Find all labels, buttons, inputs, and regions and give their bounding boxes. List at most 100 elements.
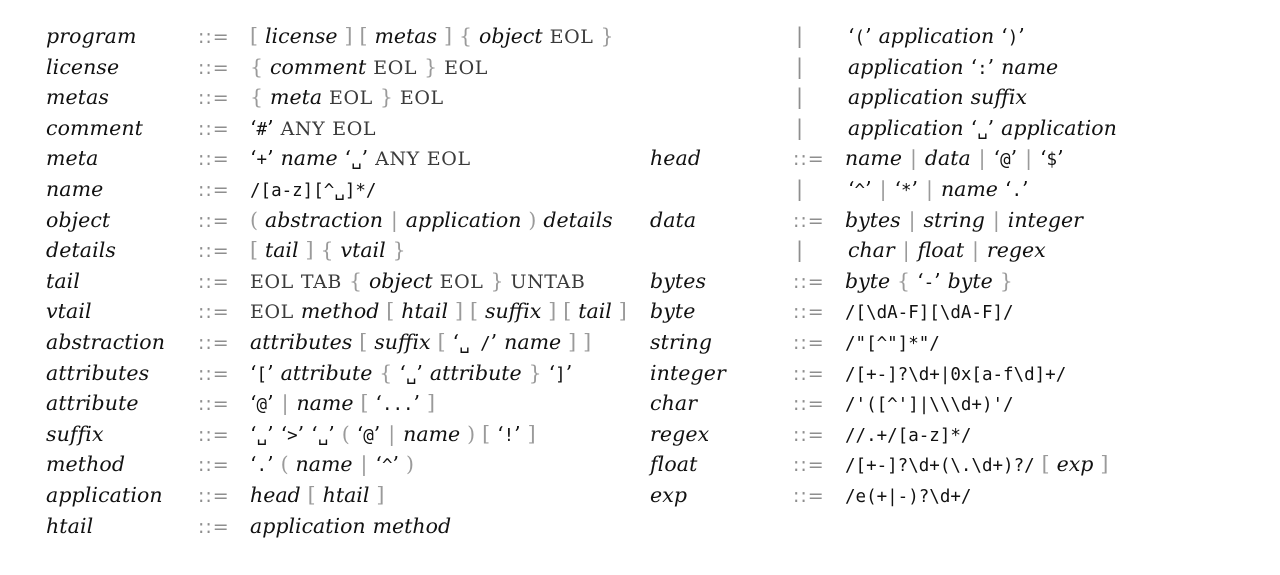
meta-bracket: [ — [250, 238, 258, 263]
alternation-bar: | — [972, 238, 979, 263]
grammar-rule-continuation: | application ‘␣’ application — [650, 116, 1280, 147]
nonterminal-token: name — [295, 452, 353, 477]
grammar-rule-continuation: | ‘(’ application ‘)’ — [650, 24, 1280, 55]
nonterminal-token: attribute — [429, 360, 522, 385]
nonterminal-token: metas — [374, 24, 438, 48]
literal-body: ... — [381, 395, 414, 416]
rule-body: application suffix — [848, 85, 1027, 109]
close-quote: ’ — [987, 115, 995, 140]
terminal-token: EOL — [549, 26, 594, 48]
grammar-rule-comment: comment::= ‘#’ ANY EOL — [46, 116, 650, 147]
definition-operator: ::= — [793, 423, 825, 446]
meta-bracket: ] — [344, 24, 353, 48]
literal-body: . — [1011, 180, 1022, 201]
rule-name: string — [650, 329, 713, 354]
grammar-rule-continuation: | char | float | regex — [650, 238, 1280, 269]
nonterminal-token: byte — [845, 268, 891, 293]
literal-token: ‘...’ — [375, 391, 420, 415]
rule-body: {comment EOL} EOL — [250, 55, 488, 79]
literal-token: ‘␣’ — [345, 146, 369, 170]
meta-bracket: } — [424, 54, 438, 79]
terminal-token: ANY — [280, 117, 326, 140]
rule-name: object — [46, 207, 111, 232]
literal-token: ‘.’ — [1005, 177, 1029, 201]
meta-bracket: ) — [405, 452, 414, 477]
literal-body: ) — [1007, 28, 1019, 48]
nonterminal-token: suffix — [484, 299, 542, 324]
meta-bracket: [ — [307, 482, 316, 507]
grammar-rule-data: data::= bytes | string | integer — [650, 208, 1280, 239]
grammar-sheet: program::=[license][metas]{object EOL} lic… — [0, 0, 1280, 575]
alternation-bar: | — [281, 391, 289, 416]
terminal-token: EOL — [373, 56, 418, 79]
literal-token: ‘^’ — [375, 452, 399, 476]
meta-bracket: { — [379, 360, 393, 385]
alternation-marker: | — [796, 176, 804, 201]
regex-token: //.+/[a-z]*/ — [845, 425, 972, 446]
rule-body: /e(+|-)?\d+/ — [845, 483, 971, 507]
nonterminal-token: application — [848, 85, 964, 110]
regex-token: /e(+|-)?\d+/ — [845, 486, 972, 507]
rule-body: application ‘:’ name — [848, 55, 1058, 79]
meta-bracket: { — [897, 268, 911, 293]
literal-body: ␣ — [256, 425, 268, 446]
grammar-rule-continuation: | application suffix — [650, 85, 1280, 116]
alternation-bar: | — [926, 176, 933, 201]
nonterminal-token: meta — [270, 85, 323, 110]
nonterminal-token: method — [300, 299, 380, 324]
close-quote: ’ — [911, 176, 919, 201]
rule-name: application — [46, 482, 163, 507]
grammar-rule-meta: meta::= ‘+’ name ‘␣’ ANY EOL — [46, 146, 650, 177]
close-quote: ’ — [373, 421, 381, 446]
nonterminal-token: exp — [1056, 452, 1094, 477]
grammar-rule-byte: byte::= /[\dA-F][\dA-F]/ — [650, 299, 1280, 330]
definition-operator: ::= — [198, 240, 230, 263]
definition-operator: ::= — [793, 484, 825, 507]
nonterminal-token: name — [1001, 54, 1059, 79]
nonterminal-token: tail — [264, 238, 299, 263]
meta-bracket: ] — [305, 238, 314, 263]
definition-operator: ::= — [198, 301, 230, 324]
meta-bracket: ( — [250, 207, 258, 232]
nonterminal-token: object — [368, 268, 433, 293]
rule-body: /[\dA-F][\dA-F]/ — [845, 299, 1014, 323]
literal-body: ␣ / — [459, 333, 491, 354]
meta-bracket: [ — [1041, 452, 1050, 477]
close-quote: ’ — [1010, 146, 1018, 171]
terminal-token: EOL — [444, 56, 488, 79]
regex-token: /[\dA-F][\dA-F]/ — [845, 303, 1014, 324]
alternation-marker: | — [796, 54, 804, 79]
nonterminal-token: application — [250, 513, 366, 538]
rule-body: ‘␣’ ‘>’ ‘␣’(‘@’ | name)[‘!’] — [250, 422, 536, 446]
close-quote: ’ — [267, 391, 274, 416]
meta-bracket: ] — [618, 299, 627, 324]
nonterminal-token: attributes — [250, 329, 353, 354]
meta-bracket: } — [528, 360, 542, 385]
alternation-bar: | — [388, 421, 396, 446]
literal-body: # — [256, 119, 268, 140]
alternation-bar: | — [978, 146, 986, 171]
nonterminal-token: bytes — [845, 207, 901, 232]
literal-body: ^ — [854, 180, 866, 201]
nonterminal-token: application — [878, 24, 995, 48]
close-quote: ’ — [392, 452, 400, 477]
meta-bracket: [ — [359, 329, 368, 354]
rule-body: name | data | ‘@’ | ‘$’ — [845, 146, 1064, 170]
literal-body: : — [977, 58, 988, 79]
terminal-token: EOL — [439, 270, 484, 293]
literal-body: ( — [854, 28, 866, 48]
grammar-rule-tail: tail::= EOL TAB {object EOL} UNTAB — [46, 269, 650, 300]
meta-bracket: ] — [376, 482, 385, 507]
rule-name: method — [46, 452, 126, 477]
grammar-rule-char: char::= /'([^']|\\\d+)'/ — [650, 391, 1280, 422]
literal-body: - — [923, 272, 935, 293]
rule-name: program — [46, 24, 137, 48]
nonterminal-token: regex — [986, 238, 1046, 263]
meta-bracket: } — [600, 24, 614, 48]
meta-bracket: ( — [280, 452, 289, 477]
rule-name: license — [46, 54, 120, 79]
nonterminal-token: vtail — [340, 238, 386, 263]
close-quote: ’ — [267, 360, 274, 385]
close-quote: ’ — [1018, 24, 1025, 48]
grammar-rule-application: application::= head[htail] — [46, 483, 650, 514]
